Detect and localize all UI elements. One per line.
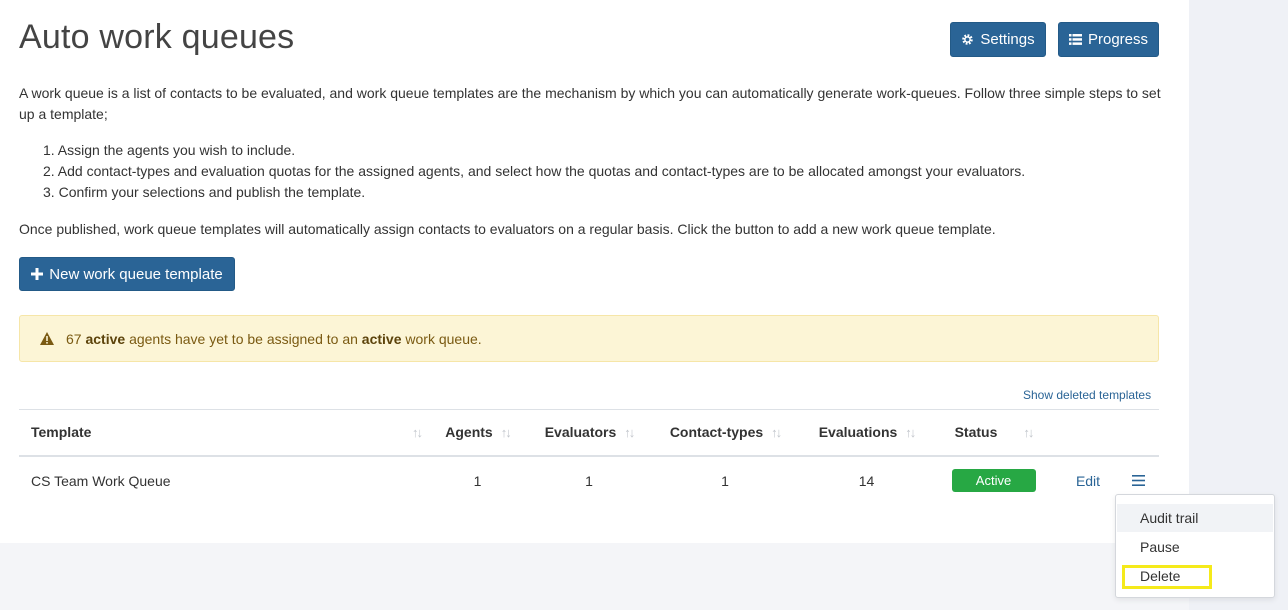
step-item: 1. Assign the agents you wish to include… [43,142,296,158]
menu-item-pause[interactable]: Pause [1117,533,1273,561]
cell-evaluators: 1 [585,472,593,489]
unassigned-agents-alert: 67 active agents have yet to be assigned… [19,315,1159,362]
outro-text: Once published, work queue templates wil… [19,221,996,237]
new-template-button[interactable]: New work queue template [19,257,235,291]
table-row: CS Team Work Queue 1 1 1 14 Active Edit [19,456,1159,505]
menu-item-delete[interactable]: Delete [1117,562,1273,590]
templates-table: Template ↑↓ Agents ↑↓ Evaluators ↑↓ Contac… [19,409,1159,505]
plus-icon [31,268,44,280]
progress-label: Progress [1087,31,1149,48]
alert-text: 67 active agents have yet to be assigned… [66,330,482,347]
intro-text: A work queue is a list of contacts to be… [19,85,1161,122]
header-agents[interactable]: Agents ↑↓ [423,410,532,456]
settings-label: Settings [980,31,1035,48]
cell-contact-types: 1 [721,472,729,489]
page-title: Auto work queues [19,18,295,56]
sort-icon[interactable]: ↑↓ [412,425,423,440]
cell-evaluations: 14 [858,472,875,489]
step-item: 2. Add contact-types and evaluation quot… [43,163,1026,179]
row-menu-button[interactable] [1132,470,1145,490]
progress-button[interactable]: Progress [1058,22,1159,57]
header-spacer [1058,410,1118,456]
header-evaluators[interactable]: Evaluators ↑↓ [532,410,646,456]
steps-list: 1. Assign the agents you wish to include… [19,140,1025,203]
list-icon [1068,34,1082,45]
cell-edit: Edit [1058,456,1118,505]
sort-icon[interactable]: ↑↓ [624,425,635,440]
show-deleted-templates-link[interactable]: Show deleted templates [1023,388,1151,402]
gear-icon [962,34,974,45]
hamburger-icon[interactable] [1132,475,1145,486]
table-header-row: Template ↑↓ Agents ↑↓ Evaluators ↑↓ Contac… [19,409,1159,456]
header-status[interactable]: Status ↑↓ [929,410,1058,456]
cell-status: Active [929,456,1058,505]
new-template-label: New work queue template [49,265,223,283]
sort-icon[interactable]: ↑↓ [501,425,512,440]
status-badge: Active [951,469,1036,492]
step-item: 3. Confirm your selections and publish t… [43,184,366,200]
warning-icon [40,332,54,345]
row-actions-menu: Audit trail Pause Delete [1115,494,1275,598]
header-evaluations[interactable]: Evaluations ↑↓ [804,410,929,456]
sort-icon[interactable]: ↑↓ [905,425,916,440]
menu-item-audit-trail[interactable]: Audit trail [1117,504,1273,532]
cell-agents: 1 [473,472,482,489]
header-spacer [1118,410,1159,456]
header-contact-types[interactable]: Contact-types ↑↓ [646,410,804,456]
cell-template: CS Team Work Queue [31,472,171,489]
edit-link[interactable]: Edit [1076,473,1100,489]
sort-icon[interactable]: ↑↓ [1023,425,1034,440]
settings-button[interactable]: Settings [950,22,1046,57]
sort-icon[interactable]: ↑↓ [771,425,782,440]
header-template[interactable]: Template ↑↓ [19,410,423,456]
